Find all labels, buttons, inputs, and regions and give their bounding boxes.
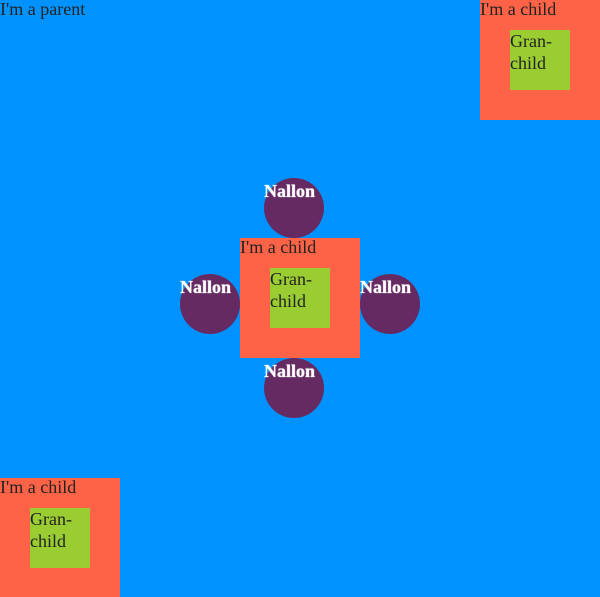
- child-label: I'm a child: [480, 0, 557, 19]
- nallon-label: Nallon: [264, 181, 316, 201]
- nallon-label: Nallon: [360, 277, 412, 297]
- grandchild-box: Gran-child: [270, 268, 330, 328]
- child-box-center: I'm a child Gran-child: [240, 238, 360, 358]
- grandchild-label: Gran-child: [510, 31, 552, 73]
- nallon-left: Nallon: [180, 274, 240, 334]
- grandchild-label: Gran-child: [30, 509, 72, 551]
- nallon-right: Nallon: [360, 274, 420, 334]
- child-box-top-right: I'm a child Gran-child: [480, 0, 600, 120]
- child-label: I'm a child: [240, 237, 317, 257]
- grandchild-box: Gran-child: [510, 30, 570, 90]
- parent-label: I'm a parent: [0, 0, 86, 19]
- child-label: I'm a child: [0, 477, 77, 497]
- grandchild-label: Gran-child: [270, 269, 312, 311]
- nallon-label: Nallon: [180, 277, 232, 297]
- grandchild-box: Gran-child: [30, 508, 90, 568]
- parent-box: I'm a parent I'm a child Gran-child I'm …: [0, 0, 600, 597]
- child-box-bottom-left: I'm a child Gran-child: [0, 478, 120, 597]
- nallon-label: Nallon: [264, 361, 316, 381]
- nallon-bottom: Nallon: [264, 358, 324, 418]
- nallon-top: Nallon: [264, 178, 324, 238]
